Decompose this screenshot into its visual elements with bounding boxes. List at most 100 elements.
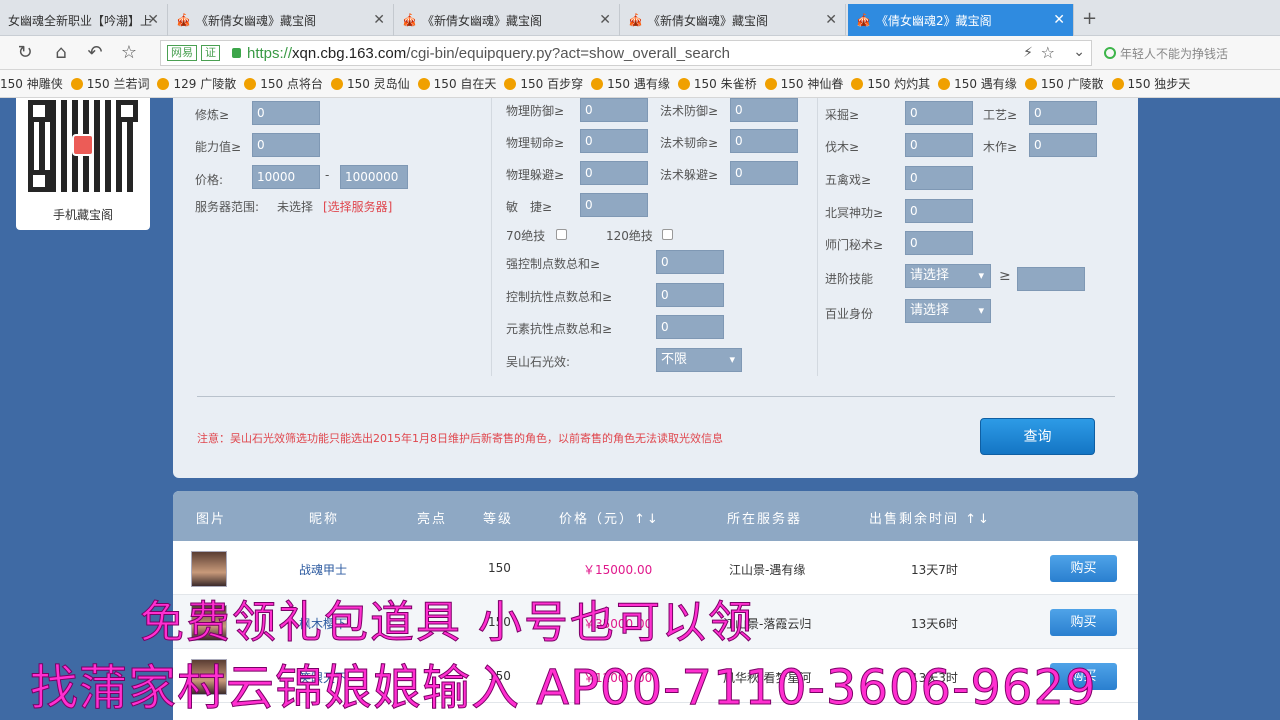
bookmark-item[interactable]: 150 遇有缘 (591, 75, 670, 92)
mj-label: 敏 捷≥ (506, 200, 553, 214)
tab-title: 《倩女幽魂2》藏宝阁 (876, 13, 992, 28)
jjjn-label: 进阶技能 (825, 272, 874, 286)
bookmark-label: 150 独步天 (1127, 77, 1191, 91)
jjjn-value-input[interactable] (1017, 267, 1085, 291)
tab-5-active[interactable]: 🎪 《倩女幽魂2》藏宝阁 ✕ (848, 4, 1074, 36)
bookmark-item[interactable]: 150 灵岛仙 (330, 75, 410, 92)
bookmark-item[interactable]: 150 朱雀桥 (677, 75, 757, 92)
byss-label: 百业身份 (825, 307, 874, 321)
select-server-link[interactable]: [选择服务器] (323, 198, 392, 215)
famu-label: 伐木≥ (825, 140, 860, 154)
bookmark-item[interactable]: 150 兰若词 (70, 75, 149, 92)
jj120-checkbox[interactable] (662, 229, 673, 240)
jj120-label: 120绝技 (606, 229, 653, 243)
wfy-label: 物理防御≥ (506, 104, 565, 118)
table-header: 图片 昵称 亮点 等级 价格（元）↑↓ 所在服务器 出售剩余时间 ↑↓ (173, 491, 1138, 541)
price-min-input[interactable]: 10000 (252, 165, 320, 189)
byss-select[interactable]: 请选择 (905, 299, 991, 323)
mj-input[interactable]: 0 (580, 193, 648, 217)
bookmark-label: 150 灼灼其 (867, 77, 931, 91)
gongyi-input[interactable]: 0 (1029, 101, 1097, 125)
bookmark-item[interactable]: 129 广陵散 (157, 75, 236, 92)
wqx-input[interactable]: 0 (905, 166, 973, 190)
wss-label: 吴山石光效: (506, 355, 571, 369)
row-nick[interactable]: 战魂甲士 (299, 561, 347, 578)
jj70-checkbox[interactable] (556, 229, 567, 240)
server-value: 未选择 (277, 200, 314, 214)
header-time-sort[interactable]: 出售剩余时间 ↑↓ (869, 508, 991, 527)
new-tab-plus-icon[interactable]: + (1082, 8, 1097, 29)
bmsg-input[interactable]: 0 (905, 199, 973, 223)
smmj-input[interactable]: 0 (905, 231, 973, 255)
bookmark-favicon-icon (244, 77, 257, 90)
star-icon[interactable]: ☆ (118, 42, 140, 64)
bookmark-item[interactable]: 150 自在天 (417, 75, 496, 92)
price-max-input[interactable]: 1000000 (340, 165, 408, 189)
bookmark-item[interactable]: 150 广陵散 (1024, 75, 1104, 92)
qr-card: 手机藏宝阁 (16, 98, 150, 230)
close-icon[interactable]: ✕ (825, 12, 837, 28)
bookmark-favicon-icon (1111, 77, 1124, 90)
server-label: 服务器范围: (195, 200, 260, 214)
bookmark-favicon-icon (504, 77, 517, 90)
bookmark-star-icon[interactable]: ☆ (1041, 43, 1055, 62)
search-placeholder: 年轻人不能为挣钱活 (1120, 46, 1229, 61)
undo-icon[interactable]: ↶ (84, 42, 106, 64)
bookmark-favicon-icon (764, 77, 777, 90)
close-icon[interactable]: ✕ (373, 12, 385, 28)
query-button[interactable]: 查询 (980, 418, 1095, 455)
url-input[interactable]: 网易 证 https://xqn.cbg.163.com/cgi-bin/equ… (160, 40, 1092, 66)
tab-2[interactable]: 🎪 《新倩女幽魂》藏宝阁 ✕ (168, 4, 394, 36)
ysk-input[interactable]: 0 (656, 315, 724, 339)
bookmark-item[interactable]: 150 独步天 (1111, 75, 1191, 92)
close-icon[interactable]: ✕ (599, 12, 611, 28)
address-bar: ↻ ⌂ ↶ ☆ 网易 证 https://xqn.cbg.163.com/cgi… (0, 36, 1280, 70)
header-price-sort[interactable]: 价格（元）↑↓ (559, 508, 660, 527)
close-icon[interactable]: ✕ (1053, 12, 1065, 28)
reload-icon[interactable]: ↻ (14, 42, 36, 64)
header-pic: 图片 (196, 512, 227, 527)
nengli-input[interactable]: 0 (252, 133, 320, 157)
wdb-input[interactable]: 0 (580, 161, 648, 185)
bookmark-item[interactable]: 150 点将台 (244, 75, 323, 92)
fsrm-input[interactable]: 0 (730, 129, 798, 153)
home-icon[interactable]: ⌂ (50, 42, 72, 64)
famu-input[interactable]: 0 (905, 133, 973, 157)
lightning-icon[interactable]: ⚡ (1023, 45, 1033, 61)
caijue-input[interactable]: 0 (905, 101, 973, 125)
buy-button[interactable]: 购买 (1050, 609, 1117, 636)
bookmark-favicon-icon (591, 77, 604, 90)
muzuo-input[interactable]: 0 (1029, 133, 1097, 157)
ge-symbol: ≥ (999, 268, 1011, 284)
fsdb-input[interactable]: 0 (730, 161, 798, 185)
close-icon[interactable]: ✕ (147, 12, 159, 28)
search-input[interactable]: 年轻人不能为挣钱活 (1096, 40, 1280, 66)
bookmark-label: 150 遇有缘 (954, 77, 1017, 91)
bookmark-item[interactable]: 150 神雕侠 (0, 75, 63, 92)
bookmark-label: 150 广陵散 (1040, 77, 1104, 91)
cert-badge[interactable]: 证 (201, 45, 220, 61)
avatar[interactable] (191, 551, 227, 587)
search-engine-icon (1104, 47, 1116, 59)
bookmark-item[interactable]: 150 灼灼其 (851, 75, 930, 92)
jjjn-select[interactable]: 请选择 (905, 264, 991, 288)
chevron-down-icon[interactable]: ⌄ (1073, 44, 1085, 60)
row-time: 13天7时 (911, 563, 958, 577)
xiulian-input[interactable]: 0 (252, 101, 320, 125)
kzkx-input[interactable]: 0 (656, 283, 724, 307)
qkz-input[interactable]: 0 (656, 250, 724, 274)
cbg-favicon-icon: 🎪 (856, 13, 871, 27)
tab-4[interactable]: 🎪 《新倩女幽魂》藏宝阁 ✕ (620, 4, 846, 36)
tab-3[interactable]: 🎪 《新倩女幽魂》藏宝阁 ✕ (394, 4, 620, 36)
wfy-input[interactable]: 0 (580, 98, 648, 122)
bookmark-item[interactable]: 150 神仙眷 (764, 75, 843, 92)
fsfy-input[interactable]: 0 (730, 98, 798, 122)
tab-1[interactable]: 女幽魂全新职业【吟潮】上 ✕ (0, 4, 168, 36)
buy-button[interactable]: 购买 (1050, 555, 1117, 582)
bookmark-item[interactable]: 150 百步穿 (504, 75, 583, 92)
wqx-label: 五禽戏≥ (825, 173, 872, 187)
wrm-input[interactable]: 0 (580, 129, 648, 153)
bookmark-item[interactable]: 150 遇有缘 (938, 75, 1017, 92)
wss-select[interactable]: 不限 (656, 348, 742, 372)
column-divider (817, 98, 818, 376)
